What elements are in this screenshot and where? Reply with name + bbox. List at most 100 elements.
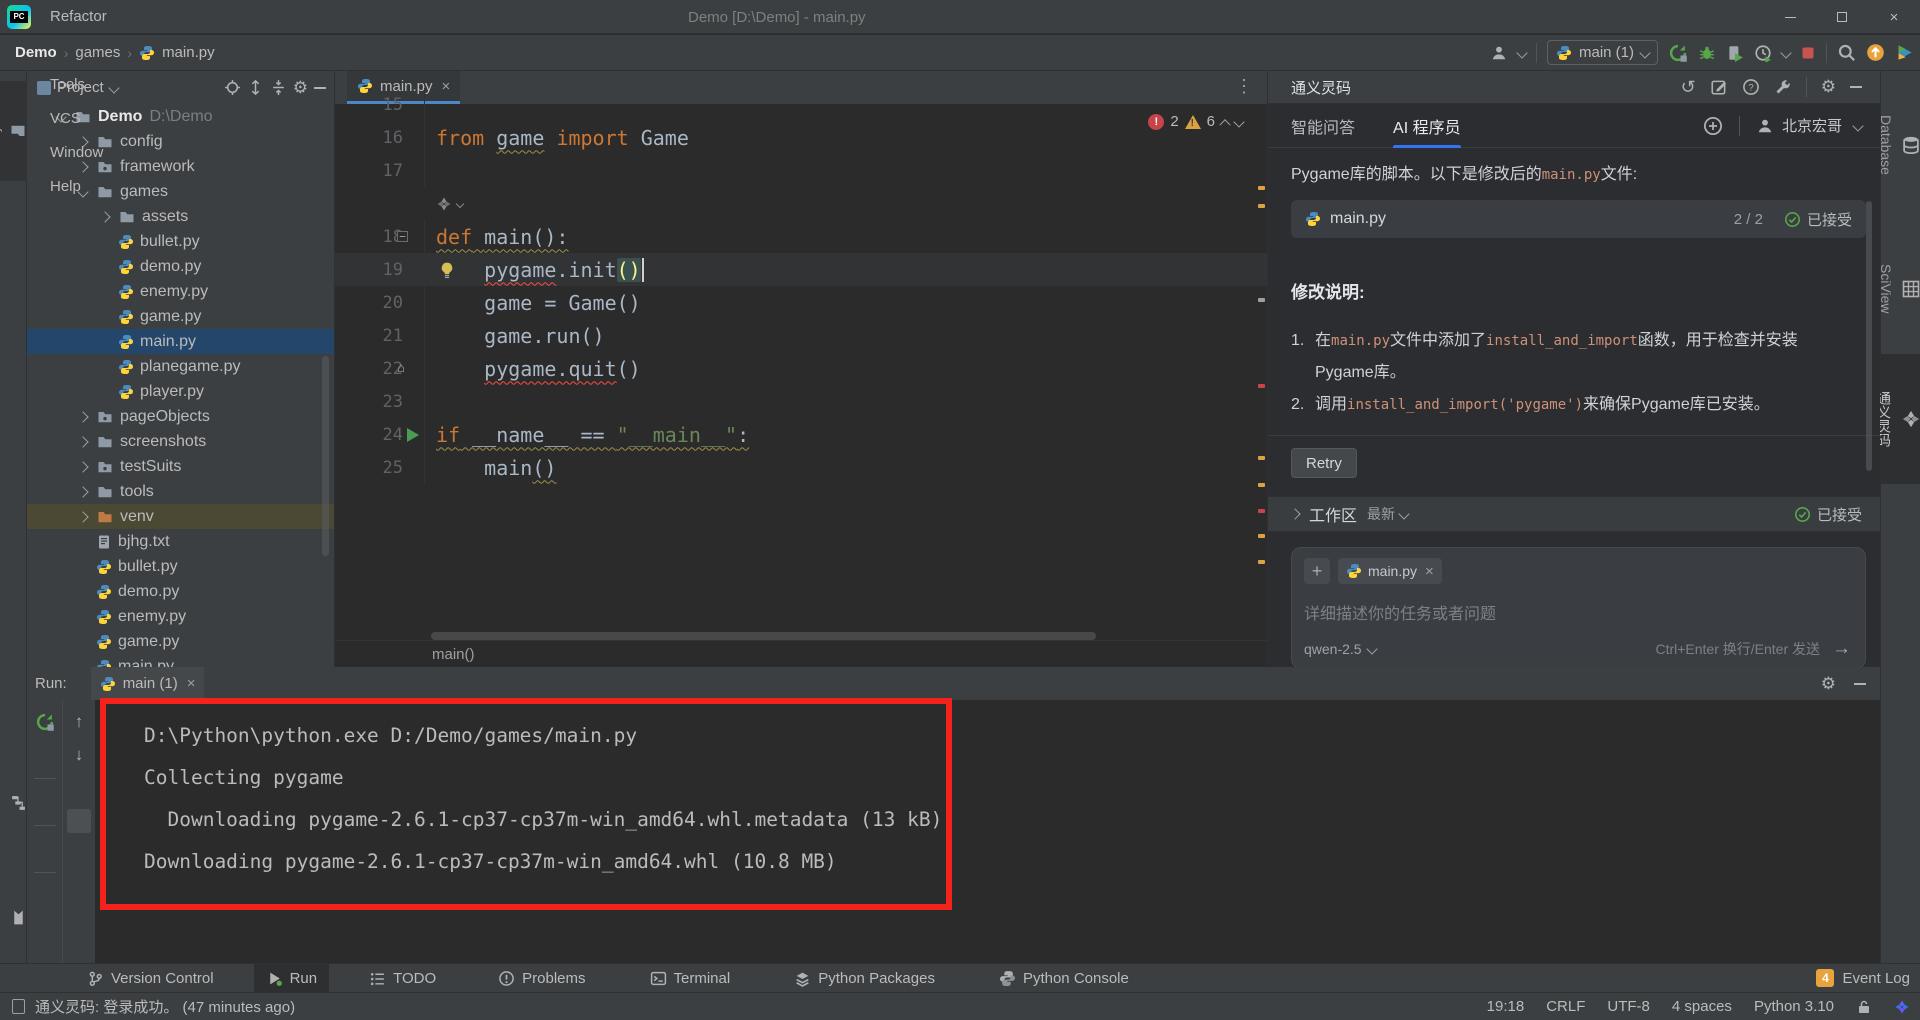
tool-strip-tab-Bookmarks[interactable]: Bookmarks bbox=[0, 863, 27, 973]
clear-console-icon[interactable] bbox=[67, 875, 91, 899]
status-item[interactable]: 4 spaces bbox=[1672, 998, 1732, 1015]
lingma-status-icon[interactable] bbox=[1894, 999, 1910, 1015]
tool-strip-tab-Database[interactable]: Database bbox=[1881, 85, 1920, 205]
code-line-15[interactable]: 15 bbox=[335, 88, 1267, 121]
tool-window-button-Version Control[interactable]: Version Control bbox=[75, 964, 226, 993]
stripe-mark[interactable] bbox=[1258, 186, 1265, 190]
stripe-mark[interactable] bbox=[1258, 560, 1265, 564]
run-tab-close-icon[interactable]: × bbox=[187, 675, 196, 692]
stripe-mark[interactable] bbox=[1258, 483, 1265, 487]
code-line-21[interactable]: 21 game.run() bbox=[335, 319, 1267, 352]
soft-wrap-icon[interactable] bbox=[67, 776, 91, 800]
code-line-20[interactable]: 20 game = Game() bbox=[335, 286, 1267, 319]
intention-bulb-icon[interactable] bbox=[438, 260, 456, 284]
locate-file-icon[interactable] bbox=[224, 79, 241, 96]
menu-refactor[interactable]: Refactor bbox=[39, 0, 120, 34]
code-line-22[interactable]: 22⌂ pygame.quit() bbox=[335, 352, 1267, 385]
up-stacktrace-icon[interactable]: ↑ bbox=[67, 710, 91, 734]
status-message[interactable]: 通义灵码: 登录成功。 (47 minutes ago) bbox=[0, 996, 295, 1017]
history-icon[interactable]: ↺ bbox=[1681, 77, 1696, 98]
tree-item-bjhg.txt[interactable]: bjhg.txt bbox=[27, 529, 334, 554]
assistant-user[interactable]: 北京宏哥 bbox=[1756, 115, 1862, 136]
gear-icon[interactable]: ⚙ bbox=[293, 78, 308, 98]
tool-strip-tab-通义灵码[interactable]: 通义灵码 bbox=[1881, 354, 1920, 484]
prev-issue-icon[interactable] bbox=[1219, 119, 1230, 130]
minimize-button[interactable] bbox=[1764, 0, 1816, 34]
modified-file-card[interactable]: main.py 2 / 2 已接受 bbox=[1291, 200, 1866, 238]
breadcrumb-item[interactable]: Demo bbox=[15, 44, 57, 61]
context-file-chip[interactable]: main.py × bbox=[1338, 558, 1442, 584]
tool-window-button-Python Packages[interactable]: Python Packages bbox=[782, 964, 947, 993]
model-selector[interactable]: qwen-2.5 bbox=[1304, 641, 1376, 657]
hide-panel-icon[interactable] bbox=[1854, 674, 1866, 694]
stripe-mark[interactable] bbox=[1258, 298, 1265, 302]
tree-item-testSuits[interactable]: testSuits bbox=[27, 454, 334, 479]
rerun-icon[interactable] bbox=[33, 710, 57, 734]
editor-breadcrumb[interactable]: main() bbox=[335, 640, 1267, 667]
hide-panel-icon[interactable] bbox=[1850, 86, 1862, 88]
tree-item-demo.py[interactable]: demo.py bbox=[27, 579, 334, 604]
tree-item-game.py[interactable]: game.py bbox=[27, 629, 334, 654]
tree-item-bullet.py[interactable]: bullet.py bbox=[27, 554, 334, 579]
status-item[interactable]: CRLF bbox=[1546, 998, 1585, 1015]
add-session-icon[interactable] bbox=[1703, 116, 1723, 136]
tree-item-screenshots[interactable]: screenshots bbox=[27, 429, 334, 454]
prompt-placeholder[interactable]: 详细描述你的任务或者问题 bbox=[1304, 600, 1853, 624]
tree-item-assets[interactable]: assets bbox=[27, 204, 334, 229]
assistant-tab-AI 程序员[interactable]: AI 程序员 bbox=[1393, 104, 1461, 148]
stripe-mark[interactable] bbox=[1258, 534, 1265, 538]
add-context-button[interactable]: + bbox=[1304, 558, 1330, 584]
run-console[interactable]: D:\Python\python.exe D:/Demo/games/main.… bbox=[95, 700, 1880, 963]
stripe-mark[interactable] bbox=[1258, 509, 1265, 513]
edit-configuration-wrench-icon[interactable] bbox=[33, 743, 57, 767]
menu-help[interactable]: Help bbox=[39, 170, 120, 204]
search-everywhere-icon[interactable] bbox=[1837, 43, 1856, 62]
tool-window-button-Problems[interactable]: Problems bbox=[486, 964, 597, 993]
maximize-button[interactable] bbox=[1816, 0, 1868, 34]
workspace-row[interactable]: 工作区 最新 已接受 bbox=[1268, 496, 1880, 532]
gear-icon[interactable]: ⚙ bbox=[1821, 674, 1836, 694]
rerun-icon[interactable] bbox=[1668, 43, 1688, 63]
code-line-19[interactable]: 19 pygame.init() bbox=[335, 253, 1267, 286]
tree-item-demo.py[interactable]: demo.py bbox=[27, 254, 334, 279]
status-item[interactable]: 19:18 bbox=[1487, 998, 1525, 1015]
scroll-to-end-icon[interactable] bbox=[67, 809, 91, 833]
help-icon[interactable]: ? bbox=[1742, 78, 1760, 96]
tree-item-main.py[interactable]: main.py bbox=[27, 329, 334, 354]
tree-item-player.py[interactable]: player.py bbox=[27, 379, 334, 404]
run-tab-main[interactable]: main (1) × bbox=[91, 667, 205, 700]
tree-item-pageObjects[interactable]: pageObjects bbox=[27, 404, 334, 429]
inspections-widget[interactable]: ! 2 ! 6 bbox=[1144, 111, 1247, 132]
tool-strip-tab-Project[interactable]: Project bbox=[0, 81, 27, 181]
collapse-all-icon[interactable] bbox=[270, 79, 287, 96]
tree-item-tools[interactable]: tools bbox=[27, 479, 334, 504]
stripe-mark[interactable] bbox=[1258, 384, 1265, 388]
down-stacktrace-icon[interactable]: ↓ bbox=[67, 743, 91, 767]
code-line-25[interactable]: 25 main() bbox=[335, 451, 1267, 484]
settings-wrench-icon[interactable] bbox=[1774, 78, 1792, 96]
tree-item-enemy.py[interactable]: enemy.py bbox=[27, 604, 334, 629]
tree-item-main.py[interactable]: main.py bbox=[27, 654, 334, 667]
print-icon[interactable] bbox=[67, 842, 91, 866]
tree-item-venv[interactable]: venv bbox=[27, 504, 334, 529]
run-with-coverage-icon[interactable] bbox=[1726, 44, 1744, 62]
close-button[interactable]: × bbox=[1868, 0, 1920, 34]
user-account-icon[interactable] bbox=[1490, 44, 1508, 62]
tree-item-planegame.py[interactable]: planegame.py bbox=[27, 354, 334, 379]
prompt-composer[interactable]: + main.py × 详细描述你的任务或者问题 qwen-2.5 Ctrl+E… bbox=[1291, 547, 1866, 667]
restore-layout-icon[interactable] bbox=[33, 837, 57, 861]
run-line-icon[interactable] bbox=[407, 428, 419, 442]
code-line-23[interactable]: 23 bbox=[335, 385, 1267, 418]
tree-item-game.py[interactable]: game.py bbox=[27, 304, 334, 329]
editor-horizontal-scrollbar[interactable] bbox=[431, 632, 1096, 640]
code-line-18[interactable]: 18− def main(): bbox=[335, 220, 1267, 253]
profiler-dropdown-icon[interactable] bbox=[1780, 47, 1791, 58]
code-line-16[interactable]: 16 from game import Game bbox=[335, 121, 1267, 154]
menu-vcs[interactable]: VCS bbox=[39, 102, 120, 136]
inline-ai-widget[interactable] bbox=[335, 187, 1267, 220]
next-issue-icon[interactable] bbox=[1233, 116, 1244, 127]
expand-all-icon[interactable] bbox=[247, 79, 264, 96]
run-config-selector[interactable]: main (1) bbox=[1547, 40, 1658, 65]
breadcrumb-item[interactable]: games bbox=[75, 44, 120, 61]
debug-icon[interactable] bbox=[1698, 44, 1716, 62]
